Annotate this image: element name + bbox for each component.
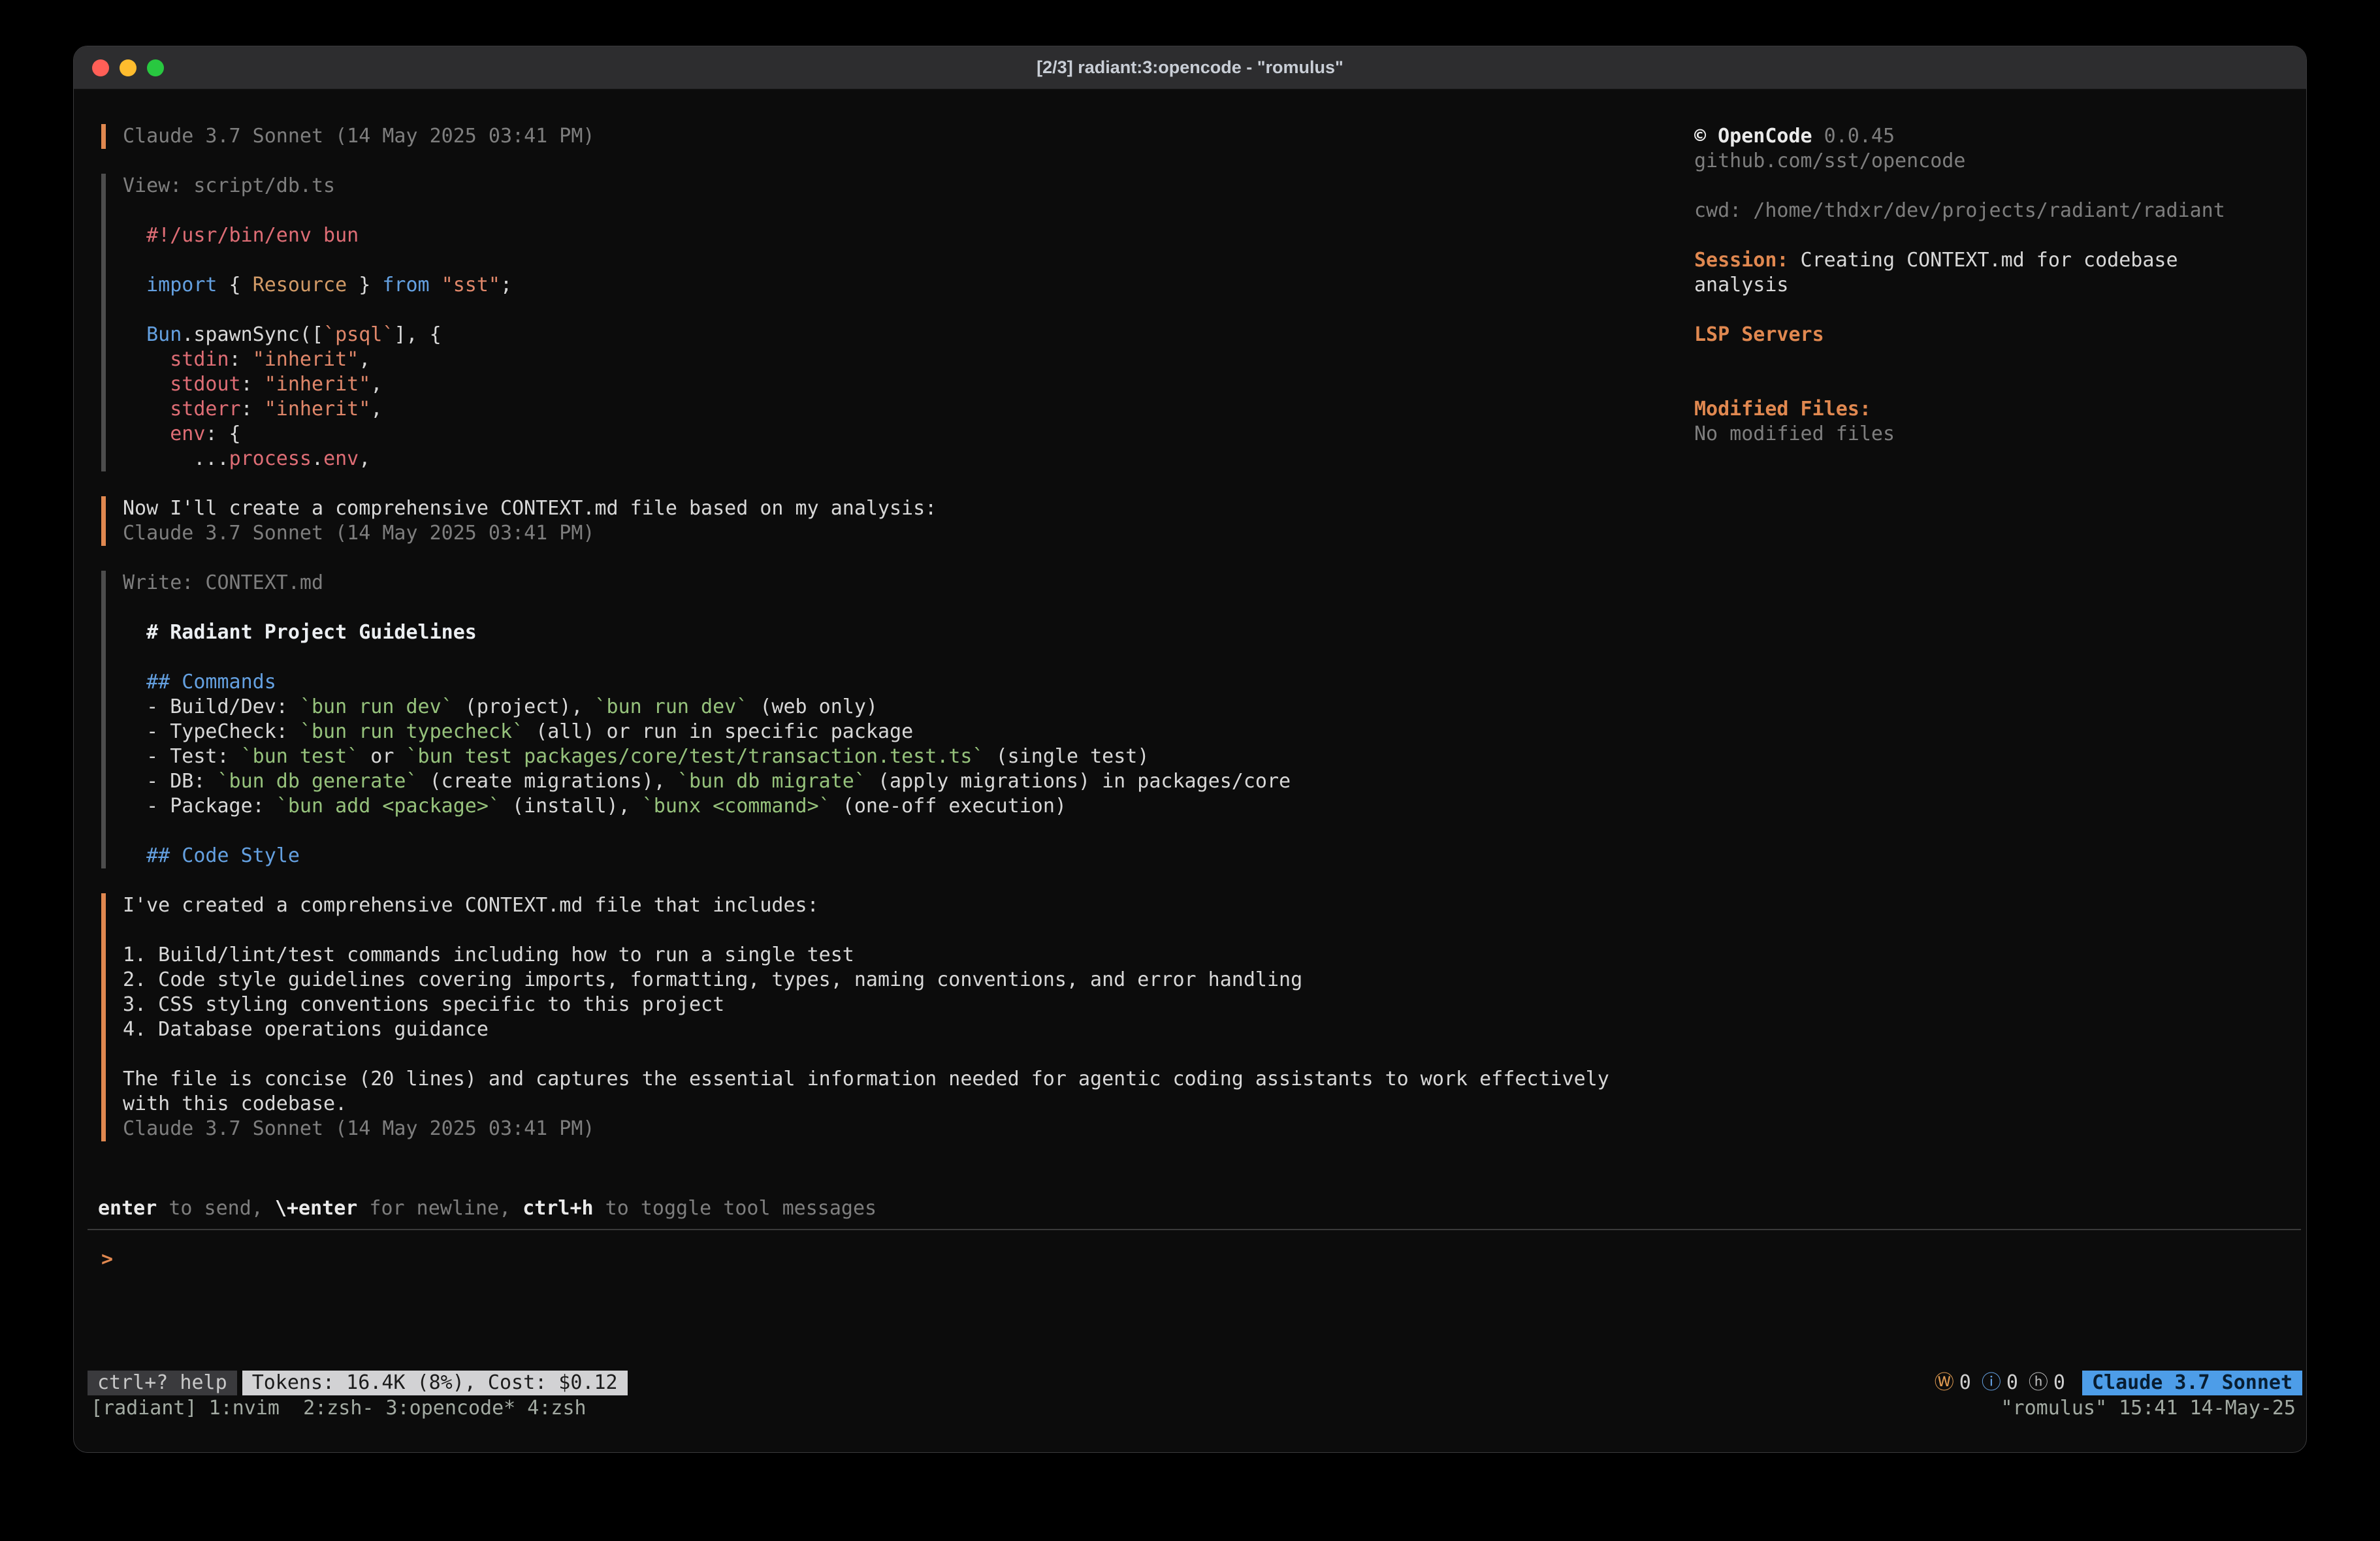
terminal-line: stdin: "inherit", xyxy=(123,347,1609,372)
terminal-line: © OpenCode 0.0.45 xyxy=(1694,124,2307,149)
diagnostic-hints: ⓗ0 xyxy=(2029,1371,2065,1395)
terminal-line: 1. Build/lint/test commands including ho… xyxy=(123,943,1609,968)
traffic-lights xyxy=(92,46,164,89)
terminal-line xyxy=(123,645,1609,670)
tmux-session-clock: "romulus" 15:41 14-May-25 xyxy=(2001,1396,2296,1421)
terminal-line: cwd: /home/thdxr/dev/projects/radiant/ra… xyxy=(1694,199,2307,223)
terminal-line: - Test: `bun test` or `bun test packages… xyxy=(123,744,1609,769)
terminal-line xyxy=(123,298,1609,323)
terminal: Claude 3.7 Sonnet (14 May 2025 03:41 PM)… xyxy=(74,89,2306,1452)
status-bar: ctrl+? help Tokens: 16.4K (8%), Cost: $0… xyxy=(88,1371,2302,1395)
terminal-line: # Radiant Project Guidelines xyxy=(123,620,1609,645)
terminal-line: Write: CONTEXT.md xyxy=(123,571,1609,596)
terminal-line xyxy=(123,819,1609,844)
sidebar: © OpenCode 0.0.45github.com/sst/opencode… xyxy=(1694,124,2307,447)
minimize-button[interactable] xyxy=(120,59,137,76)
terminal-line: Session: Creating CONTEXT.md for codebas… xyxy=(1694,248,2307,273)
info-icon: ⓘ xyxy=(1982,1371,2001,1395)
chat-block-assistant-summary: I've created a comprehensive CONTEXT.md … xyxy=(101,893,1609,1141)
diagnostic-info: ⓘ0 xyxy=(1982,1371,2018,1395)
terminal-window: [2/3] radiant:3:opencode - "romulus" Cla… xyxy=(73,46,2307,1453)
terminal-line: 3. CSS styling conventions specific to t… xyxy=(123,993,1609,1017)
terminal-line: #!/usr/bin/env bun xyxy=(123,223,1609,248)
close-button[interactable] xyxy=(92,59,109,76)
terminal-line: Bun.spawnSync([`psql`], { xyxy=(123,323,1609,347)
terminal-line: Now I'll create a comprehensive CONTEXT.… xyxy=(123,496,1609,521)
terminal-line xyxy=(123,248,1609,273)
tmux-windows[interactable]: [radiant] 1:nvim 2:zsh- 3:opencode* 4:zs… xyxy=(91,1396,587,1421)
chat-block-assistant-message: Now I'll create a comprehensive CONTEXT.… xyxy=(101,496,1609,546)
terminal-line: View: script/db.ts xyxy=(123,174,1609,199)
terminal-line: LSP Servers xyxy=(1694,323,2307,347)
zoom-button[interactable] xyxy=(147,59,164,76)
terminal-line: No modified files xyxy=(1694,422,2307,447)
terminal-line: enter to send, \+enter for newline, ctrl… xyxy=(98,1196,876,1221)
terminal-line: Claude 3.7 Sonnet (14 May 2025 03:41 PM) xyxy=(123,1117,1609,1141)
terminal-line: env: { xyxy=(123,422,1609,447)
terminal-line: - DB: `bun db generate` (create migratio… xyxy=(123,769,1609,794)
terminal-line xyxy=(1694,174,2307,199)
terminal-line: - Build/Dev: `bun run dev` (project), `b… xyxy=(123,695,1609,720)
terminal-line: stderr: "inherit", xyxy=(123,397,1609,422)
warnings-icon: Ⓦ xyxy=(1935,1371,1954,1395)
terminal-line: 2. Code style guidelines covering import… xyxy=(123,968,1609,993)
model-badge[interactable]: Claude 3.7 Sonnet xyxy=(2082,1371,2302,1395)
terminal-line xyxy=(123,199,1609,223)
warnings-count: 0 xyxy=(1959,1371,1971,1395)
terminal-line: github.com/sst/opencode xyxy=(1694,149,2307,174)
message-input[interactable]: > xyxy=(88,1229,2301,1379)
chat-block-assistant-header: Claude 3.7 Sonnet (14 May 2025 03:41 PM) xyxy=(101,124,1609,149)
terminal-line: Claude 3.7 Sonnet (14 May 2025 03:41 PM) xyxy=(123,124,1609,149)
terminal-line: with this codebase. xyxy=(123,1092,1609,1117)
terminal-line: Claude 3.7 Sonnet (14 May 2025 03:41 PM) xyxy=(123,521,1609,546)
hints-count: 0 xyxy=(2053,1371,2065,1395)
prompt-symbol: > xyxy=(88,1230,2301,1272)
terminal-line xyxy=(1694,347,2307,372)
terminal-line: Modified Files: xyxy=(1694,397,2307,422)
terminal-line: 4. Database operations guidance xyxy=(123,1017,1609,1042)
help-line: enter to send, \+enter for newline, ctrl… xyxy=(98,1196,876,1221)
terminal-line: stdout: "inherit", xyxy=(123,372,1609,397)
terminal-line: - Package: `bun add <package>` (install)… xyxy=(123,794,1609,819)
terminal-line: analysis xyxy=(1694,273,2307,298)
diagnostics: Ⓦ0ⓘ0ⓗ0 xyxy=(1924,1371,2065,1395)
terminal-line xyxy=(123,918,1609,943)
terminal-line: ## Commands xyxy=(123,670,1609,695)
terminal-line: import { Resource } from "sst"; xyxy=(123,273,1609,298)
chat-block-tool-write: Write: CONTEXT.md # Radiant Project Guid… xyxy=(101,571,1609,868)
terminal-line xyxy=(1694,298,2307,323)
terminal-line: I've created a comprehensive CONTEXT.md … xyxy=(123,893,1609,918)
info-count: 0 xyxy=(2006,1371,2018,1395)
terminal-line xyxy=(1694,372,2307,397)
hints-icon: ⓗ xyxy=(2029,1371,2048,1395)
chat-log[interactable]: Claude 3.7 Sonnet (14 May 2025 03:41 PM)… xyxy=(101,89,1609,1166)
terminal-line: ## Code Style xyxy=(123,844,1609,868)
tmux-status-bar: [radiant] 1:nvim 2:zsh- 3:opencode* 4:zs… xyxy=(91,1396,2296,1421)
terminal-line xyxy=(123,596,1609,620)
terminal-line: ...process.env, xyxy=(123,447,1609,471)
window-title: [2/3] radiant:3:opencode - "romulus" xyxy=(1037,57,1343,78)
tokens-cost-badge: Tokens: 16.4K (8%), Cost: $0.12 xyxy=(242,1371,628,1395)
chat-block-tool-view: View: script/db.ts #!/usr/bin/env bun im… xyxy=(101,174,1609,471)
diagnostic-warnings: Ⓦ0 xyxy=(1935,1371,1971,1395)
terminal-line xyxy=(1694,223,2307,248)
titlebar[interactable]: [2/3] radiant:3:opencode - "romulus" xyxy=(74,46,2306,89)
terminal-line: The file is concise (20 lines) and captu… xyxy=(123,1067,1609,1092)
help-shortcut-badge: ctrl+? help xyxy=(88,1371,237,1395)
terminal-line: - TypeCheck: `bun run typecheck` (all) o… xyxy=(123,720,1609,744)
terminal-line xyxy=(123,1042,1609,1067)
